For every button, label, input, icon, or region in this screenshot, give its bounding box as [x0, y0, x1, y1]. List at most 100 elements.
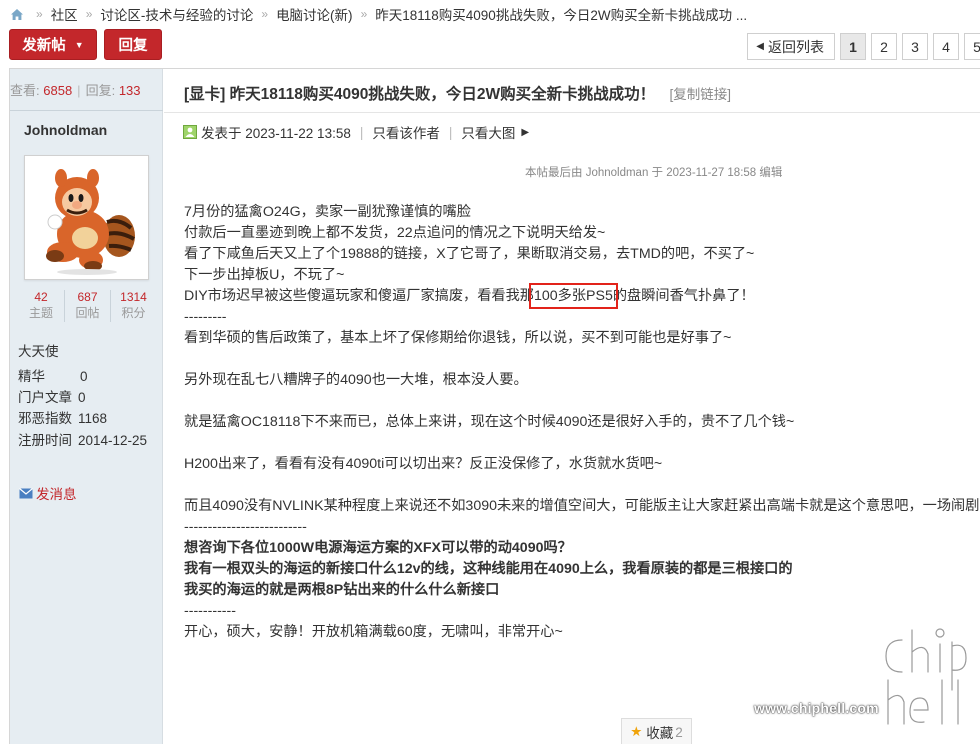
post-line: DIY市场迟早被这些傻逼玩家和傻逼厂家搞废，看看我那100多张PS5的盘瞬间香气… [184, 283, 979, 309]
meta-divider: | [448, 124, 453, 140]
chiphell-watermark-logo [882, 628, 970, 728]
breadcrumb-separator: » [261, 7, 269, 21]
breadcrumb: » 社区 » 讨论区-技术与经验的讨论 » 电脑讨论(新) » 昨天18118购… [10, 5, 747, 23]
author-stat-value: 42 [34, 290, 48, 304]
author-stat-points[interactable]: 1314 积分 [110, 290, 156, 322]
post-content: 7月份的猛禽O24G，卖家一副犹豫谨慎的嘴脸 付款后一直墨迹到晚上都不发货，22… [184, 202, 979, 643]
post-line: H200出来了，看看有没有4090ti可以切出来？反正没保修了，水货就水货吧~ [184, 456, 663, 472]
replies-label: 回复: [85, 83, 116, 98]
author-stat-label: 积分 [121, 306, 146, 320]
post-separator: ----------- [184, 603, 236, 619]
post-line: 开心，硕大，安静！开放机箱满载60度，无啸叫，非常开心~ [184, 624, 563, 640]
views-label: 查看: [10, 83, 40, 98]
favorite-count: 2 [675, 724, 683, 740]
field-label: 注册时间 [18, 433, 72, 448]
post-line: 而且4090没有NVLINK某种程度上来说还不如3090未来的增值空间大，可能版… [184, 498, 980, 514]
field-value: 0 [78, 390, 86, 405]
copy-link-button[interactable]: [复制链接] [669, 87, 731, 102]
play-icon[interactable]: ▶ [521, 127, 529, 138]
post-line: 付款后一直墨迹到晚上都不发货，22点追问的情况之下说明天给发~ [184, 225, 606, 241]
author-stats: 42 主题 687 回帖 1314 积分 [18, 290, 156, 322]
breadcrumb-separator: » [360, 7, 368, 21]
author-rank[interactable]: 大天使 [18, 340, 59, 360]
thread-title: [显卡] 昨天18118购买4090挑战失败，今日2W购买全新卡挑战成功！ [复… [184, 82, 731, 104]
replies-count: 133 [118, 83, 141, 98]
stats-divider: | [77, 83, 81, 98]
breadcrumb-separator: » [85, 7, 93, 21]
author-stat-value: 687 [77, 290, 98, 304]
author-field-digest: 精华 0 [18, 365, 88, 385]
field-value: 1168 [78, 411, 108, 426]
online-status-icon [183, 125, 197, 139]
page-1-button[interactable]: 1 [840, 33, 866, 60]
breadcrumb-board[interactable]: 电脑讨论(新) [276, 4, 353, 24]
tanooki-mario-avatar-icon [46, 169, 135, 275]
page-4-button[interactable]: 4 [933, 33, 959, 60]
post-line: 看了下咸鱼后天又上了个19888的链接，X了它哥了，果断取消交易，去TMD的吧，… [184, 246, 755, 262]
posted-time: 发表于 2023-11-22 13:58 [201, 126, 351, 141]
breadcrumb-community[interactable]: 社区 [51, 4, 78, 24]
post-line: 看到华硕的售后政策了，基本上坏了保修期给你退钱，所以说，买不到可能也是好事了~ [184, 330, 732, 346]
field-label: 门户文章 [18, 390, 72, 405]
field-label: 精华 [18, 369, 45, 384]
post-meta: 发表于 2023-11-22 13:58 | 只看该作者 | 只看大图 ▶ [183, 122, 529, 142]
page-2-button[interactable]: 2 [871, 33, 897, 60]
watermark-url: www.chiphell.com [754, 700, 879, 716]
favorite-label: 收藏 [646, 726, 674, 741]
author-stat-label: 主题 [28, 306, 53, 320]
post-line-bold: 我买的海运的就是两根8P钻出来的什么什么新接口 [184, 582, 500, 598]
envelope-icon [19, 487, 33, 498]
post-line-part: DIY市场迟早被这些傻逼玩家和傻逼厂家搞废，看看我那 [184, 288, 534, 304]
chevron-left-icon: ◀ [756, 41, 764, 52]
back-to-list-label: 返回列表 [768, 38, 824, 55]
post-separator: --------- [184, 309, 227, 325]
big-image-link[interactable]: 只看大图 [461, 122, 515, 142]
highlighted-text: 100多张PS5 [528, 283, 618, 309]
chevron-down-icon: ▼ [74, 39, 84, 50]
reply-button[interactable]: 回复 [104, 29, 162, 60]
breadcrumb-forum-section[interactable]: 讨论区-技术与经验的讨论 [100, 4, 253, 24]
pagination: ◀ 返回列表 1 2 3 4 5 [747, 33, 980, 60]
new-post-button[interactable]: 发新帖 ▼ [9, 29, 97, 60]
author-stat-label: 回帖 [75, 306, 100, 320]
reply-label: 回复 [118, 38, 148, 54]
post-line: 7月份的猛禽O24G，卖家一副犹豫谨慎的嘴脸 [184, 204, 471, 220]
new-post-label: 发新帖 [22, 38, 66, 54]
thread-stats: 查看: 6858 | 回复: 133 [10, 80, 141, 99]
edit-note: 本帖最后由 Johnoldman 于 2023-11-27 18:58 编辑 [525, 167, 783, 179]
post-line: 另外现在乱七八糟牌子的4090也一大堆，根本没人要。 [184, 372, 528, 388]
field-value: 2014-12-25 [78, 433, 148, 448]
only-author-link[interactable]: 只看该作者 [372, 122, 440, 142]
send-message-link[interactable]: 发消息 [19, 483, 77, 503]
author-field-registered: 注册时间 2014-12-25 [18, 429, 147, 449]
avatar[interactable] [24, 155, 149, 280]
author-field-articles: 门户文章 0 [18, 386, 86, 406]
back-to-list-button[interactable]: ◀ 返回列表 [747, 33, 835, 60]
post-line-part: 的盘瞬间香气扑鼻了！ [612, 288, 755, 304]
star-icon: ★ [630, 724, 643, 739]
post-line-bold: 我有一根双头的海运的新接口什么12v的线，这种线能用在4090上么，我看原装的都… [184, 561, 793, 577]
page-title: [显卡] 昨天18118购买4090挑战失败，今日2W购买全新卡挑战成功！ [184, 86, 656, 103]
breadcrumb-thread[interactable]: 昨天18118购买4090挑战失败，今日2W购买全新卡挑战成功 ... [375, 4, 747, 24]
page-3-button[interactable]: 3 [902, 33, 928, 60]
author-field-evil-index: 邪恶指数 1168 [18, 407, 107, 427]
post-line-bold: 想咨询下各位1000W电源海运方案的XFX可以带的动4090吗？ [184, 540, 572, 556]
author-stat-replies[interactable]: 687 回帖 [64, 290, 110, 322]
post-separator: -------------------------- [184, 519, 307, 535]
page-5-button[interactable]: 5 [964, 33, 980, 60]
author-stat-topics[interactable]: 42 主题 [18, 290, 64, 322]
post-line: 就是猛禽OC18118下不来而已，总体上来讲，现在这个时候4090还是很好入手的… [184, 414, 795, 430]
field-label: 邪恶指数 [18, 411, 72, 426]
breadcrumb-separator: » [36, 7, 43, 21]
sidebar-divider [10, 110, 163, 111]
meta-divider: | [359, 124, 364, 140]
author-stat-value: 1314 [120, 290, 147, 304]
home-icon[interactable] [10, 8, 24, 21]
favorite-button[interactable]: ★ 收藏 2 [621, 718, 692, 744]
field-value: 0 [80, 369, 88, 384]
author-name[interactable]: Johnoldman [24, 122, 107, 138]
